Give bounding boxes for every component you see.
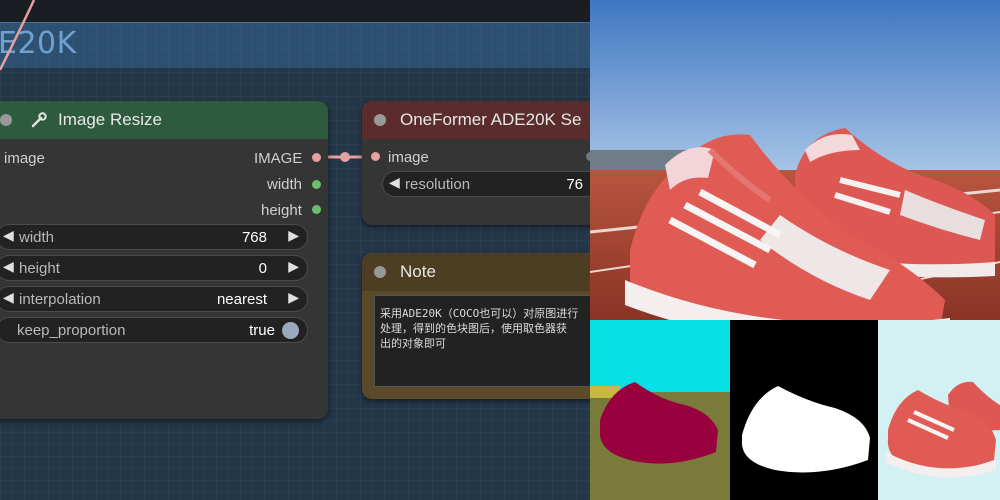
segmentation-map-image	[590, 320, 730, 500]
collapse-dot[interactable]	[0, 114, 12, 126]
output-label-width: width	[267, 176, 303, 193]
decrement-arrow-icon[interactable]: ◀	[389, 174, 400, 191]
output-label-image: IMAGE	[254, 150, 303, 167]
oneformer-header[interactable]: OneFormer ADE20K Se	[362, 101, 590, 139]
keep-proportion-toggle[interactable]: keep_proportion true	[0, 317, 308, 343]
increment-arrow-icon[interactable]: ▶	[288, 258, 299, 275]
resolution-widget-label: resolution	[405, 176, 471, 193]
cutout-illustration	[886, 381, 1000, 478]
collapse-dot[interactable]	[374, 266, 386, 278]
cutout-image	[878, 320, 1000, 500]
interpolation-widget[interactable]: ◀ interpolation nearest ▶	[0, 286, 308, 312]
oneformer-input-label: image	[388, 149, 429, 166]
output-port-height[interactable]	[312, 205, 321, 214]
incoming-link-wire	[0, 0, 36, 71]
sneaker-photo-illustration	[590, 0, 1000, 320]
link-midpoint-dot	[340, 152, 350, 162]
output-port-width[interactable]	[312, 180, 321, 189]
oneformer-title: OneFormer ADE20K Se	[400, 110, 582, 129]
decrement-arrow-icon[interactable]: ◀	[3, 289, 14, 306]
input-label-image: image	[4, 150, 45, 167]
toggle-knob[interactable]	[282, 322, 299, 339]
interpolation-widget-value: nearest	[216, 291, 267, 308]
mask-illustration	[741, 386, 870, 473]
height-widget[interactable]: ◀ height 0 ▶	[0, 255, 308, 281]
node-canvas[interactable]: E20K Image Resize image IMAGE width heig…	[0, 0, 590, 500]
output-port-image[interactable]	[312, 153, 321, 162]
keep-proportion-label: keep_proportion	[17, 322, 126, 339]
height-widget-value: 0	[258, 260, 267, 277]
width-widget-value: 768	[241, 229, 267, 246]
note-textarea[interactable]: 采用ADE20K（COCO也可以）对原图进行 处理，得到的色块图后，使用取色器获…	[374, 295, 590, 387]
resolution-widget[interactable]: ◀ resolution 76	[382, 171, 590, 197]
resolution-widget-value: 76	[566, 176, 583, 193]
input-port-image[interactable]	[371, 152, 380, 161]
sneaker-photo	[590, 0, 1000, 320]
wrench-icon	[31, 112, 47, 128]
image-resize-header[interactable]: Image Resize	[0, 101, 328, 139]
segmentation-map-illustration	[590, 320, 730, 500]
keep-proportion-value: true	[249, 322, 275, 339]
increment-arrow-icon[interactable]: ▶	[288, 289, 299, 306]
increment-arrow-icon[interactable]: ▶	[288, 227, 299, 244]
interpolation-widget-label: interpolation	[19, 291, 101, 308]
image-resize-title: Image Resize	[58, 110, 162, 129]
note-header[interactable]: Note	[362, 253, 590, 291]
decrement-arrow-icon[interactable]: ◀	[3, 227, 14, 244]
collapse-dot[interactable]	[374, 114, 386, 126]
decrement-arrow-icon[interactable]: ◀	[3, 258, 14, 275]
width-widget-label: width	[19, 229, 55, 246]
mask-image	[730, 320, 878, 500]
height-widget-label: height	[19, 260, 60, 277]
width-widget[interactable]: ◀ width 768 ▶	[0, 224, 308, 250]
output-label-height: height	[261, 202, 302, 219]
note-title: Note	[400, 262, 436, 281]
